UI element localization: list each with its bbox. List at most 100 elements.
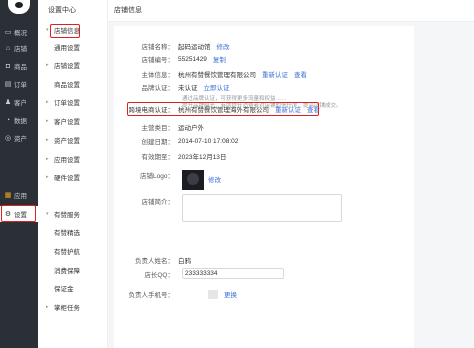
shop-avatar[interactable]	[8, 0, 30, 14]
primary-nav: ▭ 概况 ⌂ 店铺 ◘ 商品 ▤ 订单 ♟ 客户 ◔ 数据 ◎ 资产 ▦ 应用 …	[0, 0, 38, 348]
apps-icon: ▦	[4, 192, 12, 199]
row-logo: 店铺Logo： 修改	[114, 169, 414, 184]
submenu-item-app-settings[interactable]: ▸ 应用设置	[38, 151, 108, 167]
nav-item-overview[interactable]: ▭ 概况	[0, 24, 38, 40]
nav-item-label: 店铺	[14, 46, 27, 53]
chevron-right-icon: ▸	[46, 174, 49, 180]
phone-masked-value	[208, 290, 218, 299]
shop-info-highlight-box	[50, 24, 80, 38]
row-created: 创建日期： 2014-07-10 17:08:02	[114, 135, 414, 147]
nav-item-label: 订单	[14, 82, 27, 89]
submenu-item-deposit[interactable]: 保证金	[38, 280, 108, 296]
field-label: 店铺编号：	[141, 57, 175, 64]
submenu-item-customer-settings[interactable]: ▸ 客户设置	[38, 113, 108, 129]
nav-item-label: 商品	[14, 64, 27, 71]
order-icon: ▤	[4, 81, 12, 88]
field-label: 创建日期：	[141, 139, 175, 146]
submenu-item-youzan-service[interactable]: ▾ 有赞服务	[38, 206, 108, 222]
user-icon: ♟	[4, 99, 12, 106]
nav-item-label: 客户	[14, 100, 27, 107]
nav-item-label: 应用	[14, 193, 27, 200]
main-content: 店铺信息 店铺名称： 起码运动馆 修改 店铺编号： 55251429 复制 主体…	[108, 0, 474, 348]
certify-brand-link[interactable]: 立即认证	[204, 82, 230, 92]
nav-item-data[interactable]: ◔ 数据	[0, 112, 38, 128]
chevron-right-icon: ▸	[46, 156, 49, 162]
field-label: 品牌认证：	[141, 85, 175, 92]
qq-input[interactable]: 233333334	[182, 268, 284, 279]
nav-item-store[interactable]: ⌂ 店铺	[0, 40, 38, 56]
asset-icon: ◎	[4, 135, 12, 142]
row-brand-cert: 品牌认证： 未认证 立即认证	[114, 81, 414, 93]
bag-icon: ◘	[5, 62, 11, 70]
row-shop-name: 店铺名称： 起码运动馆 修改	[114, 40, 414, 52]
submenu-label: 消费保障	[54, 268, 80, 275]
copy-shop-no-link[interactable]: 复制	[213, 54, 226, 64]
shop-no-value: 55251429	[178, 55, 207, 63]
chevron-down-icon: ▾	[46, 211, 49, 217]
nav-item-orders[interactable]: ▤ 订单	[0, 76, 38, 92]
monitor-icon: ▭	[4, 29, 12, 36]
field-label: 负责人姓名：	[135, 258, 174, 265]
chevron-right-icon: ▸	[46, 304, 49, 310]
settings-submenu: 设置中心 ▾ 店铺信息 通用设置 ▸ 店铺设置 商品设置 ▸ 订单设置 ▸ 客户…	[38, 0, 108, 348]
category-value: 运动户外	[178, 125, 204, 132]
shop-info-panel: 店铺名称： 起码运动馆 修改 店铺编号： 55251429 复制 主体信息： 杭…	[114, 26, 414, 348]
nav-item-label: 资产	[14, 136, 27, 143]
chevron-right-icon: ▸	[46, 118, 49, 124]
row-owner: 负责人姓名： 白鸦	[114, 254, 414, 266]
submenu-item-store-settings[interactable]: ▸ 店铺设置	[38, 57, 108, 73]
edit-shop-name-link[interactable]: 修改	[217, 41, 230, 51]
submenu-label: 有赞服务	[54, 212, 80, 219]
submenu-item-shopkeeper-tasks[interactable]: ▸ 掌柜任务	[38, 299, 108, 315]
field-label: 负责人手机号：	[128, 292, 175, 299]
nav-item-customers[interactable]: ♟ 客户	[0, 94, 38, 110]
settings-highlight-box	[1, 205, 36, 222]
brand-cert-value: 未认证	[178, 85, 198, 92]
row-main-info: 主体信息： 杭州有赞餐饮管理有限公司 重新认证 查看	[114, 68, 414, 80]
submenu-item-consumer-protection[interactable]: 消费保障	[38, 262, 108, 278]
submenu-item-youzan-select[interactable]: 有赞精选	[38, 224, 108, 240]
nav-item-assets[interactable]: ◎ 资产	[0, 130, 38, 146]
submenu-label: 掌柜任务	[54, 305, 80, 312]
page-title: 店铺信息	[114, 7, 142, 14]
owner-value: 白鸦	[178, 258, 191, 265]
recertify-main-link[interactable]: 重新认证	[262, 69, 288, 79]
nav-item-apps[interactable]: ▦ 应用	[0, 187, 38, 203]
page-header: 店铺信息	[108, 0, 474, 22]
main-info-value: 杭州有赞餐饮管理有限公司	[178, 72, 256, 79]
nav-item-goods[interactable]: ◘ 商品	[0, 58, 38, 74]
view-main-link[interactable]: 查看	[294, 69, 307, 79]
field-label: 店铺名称：	[141, 44, 175, 51]
store-icon: ⌂	[5, 44, 11, 52]
data-icon: ◔	[5, 116, 11, 124]
shop-intro-textarea[interactable]	[182, 194, 342, 222]
field-label: 店长QQ：	[144, 272, 174, 279]
submenu-item-goods-settings[interactable]: 商品设置	[38, 76, 108, 92]
created-value: 2014-07-10 17:08:02	[178, 137, 239, 145]
shop-name-value: 起码运动馆	[178, 44, 211, 51]
submenu-item-general[interactable]: 通用设置	[38, 39, 108, 55]
submenu-label: 订单设置	[54, 100, 80, 107]
shop-logo-image[interactable]	[182, 170, 204, 190]
submenu-item-hardware-settings[interactable]: ▸ 硬件设置	[38, 169, 108, 185]
chevron-right-icon: ▸	[46, 137, 49, 143]
submenu-item-asset-settings[interactable]: ▸ 资产设置	[38, 132, 108, 148]
submenu-label: 通用设置	[54, 45, 80, 52]
submenu-label: 应用设置	[54, 157, 80, 164]
row-phone: 负责人手机号： 更换	[114, 288, 414, 300]
submenu-label: 保证金	[54, 286, 74, 293]
submenu-title: 设置中心	[48, 7, 76, 14]
edit-logo-link[interactable]: 修改	[208, 174, 221, 184]
submenu-item-youzan-escort[interactable]: 有赞护航	[38, 243, 108, 259]
submenu-label: 商品设置	[54, 82, 80, 89]
submenu-item-order-settings[interactable]: ▸ 订单设置	[38, 94, 108, 110]
submenu-label: 客户设置	[54, 119, 80, 126]
row-valid: 有效期至： 2023年12月13日	[114, 150, 414, 162]
field-label: 主营类目：	[141, 125, 175, 132]
change-phone-link[interactable]: 更换	[224, 289, 237, 299]
chevron-right-icon: ▸	[46, 99, 49, 105]
submenu-label: 店铺设置	[54, 63, 80, 70]
row-shop-no: 店铺编号： 55251429 复制	[114, 53, 414, 65]
chevron-right-icon: ▸	[46, 62, 49, 68]
submenu-label: 资产设置	[54, 138, 80, 145]
